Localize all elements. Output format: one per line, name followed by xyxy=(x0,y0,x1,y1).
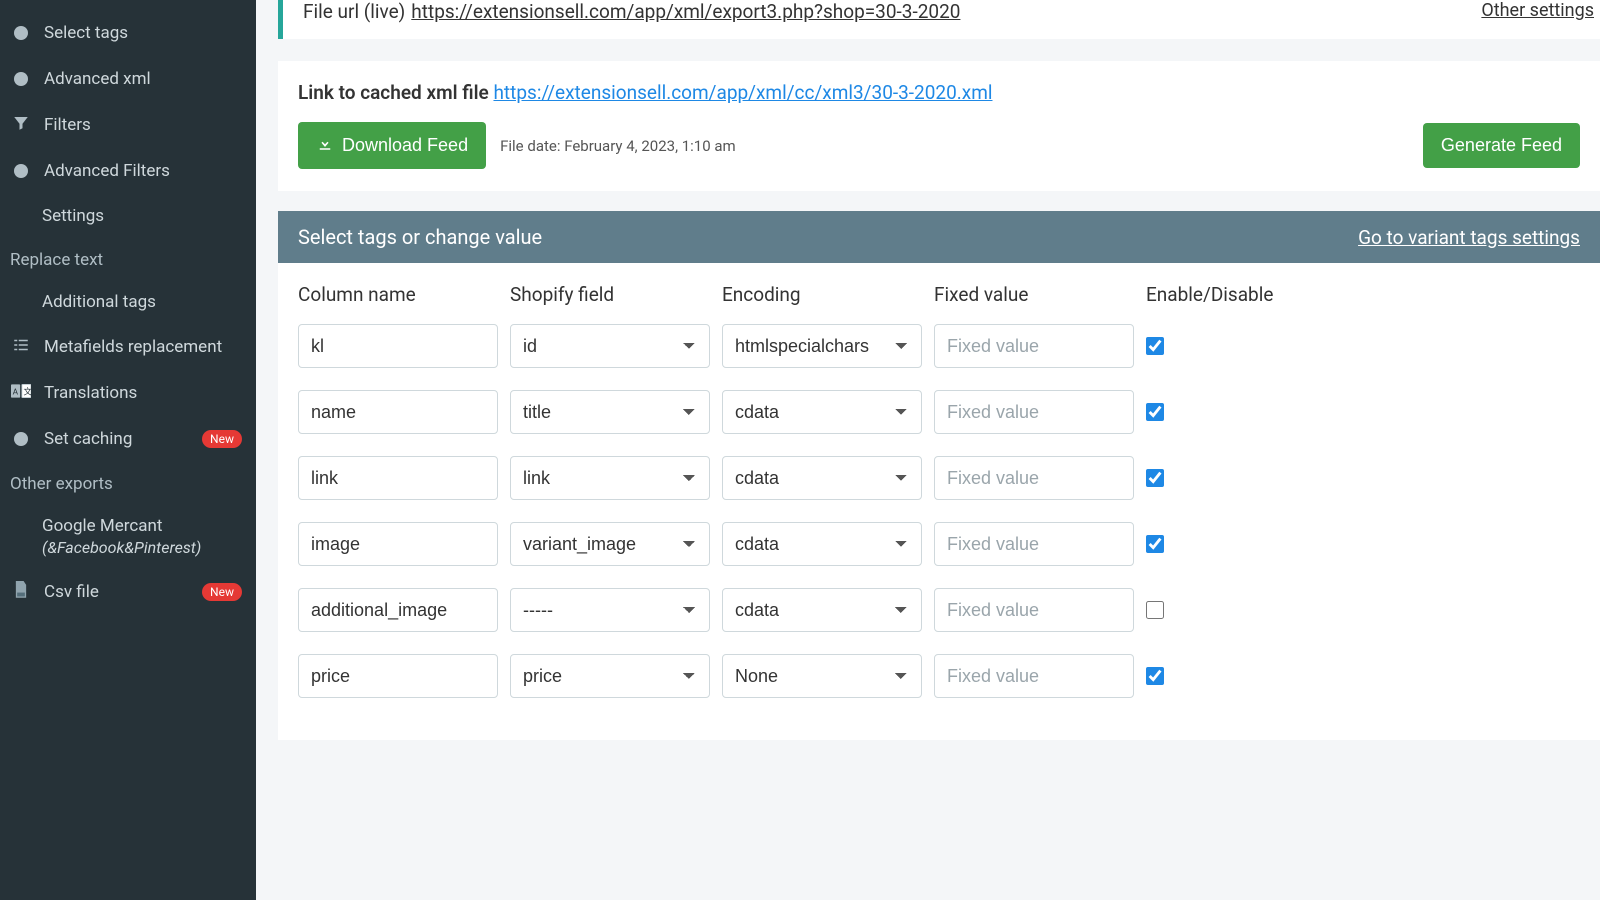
tags-panel-title: Select tags or change value xyxy=(298,225,542,249)
sidebar-item-label: Filters xyxy=(44,115,91,135)
sidebar-item-label: Settings xyxy=(42,206,104,226)
fixed-value-input[interactable] xyxy=(934,522,1134,566)
enable-checkbox[interactable] xyxy=(1146,469,1164,487)
shopify-field-select[interactable]: link xyxy=(510,456,710,500)
circle-icon xyxy=(10,22,32,44)
file-url-label: File url (live) xyxy=(303,0,405,23)
download-icon xyxy=(316,134,334,157)
new-badge: New xyxy=(202,583,242,601)
shopify-field-select[interactable]: id xyxy=(510,324,710,368)
sidebar-item[interactable]: Advanced xml xyxy=(0,56,256,102)
new-badge: New xyxy=(202,430,242,448)
enable-checkbox[interactable] xyxy=(1146,667,1164,685)
cached-file-link[interactable]: https://extensionsell.com/app/xml/cc/xml… xyxy=(493,81,992,104)
sidebar-item-label: Additional tags xyxy=(42,292,156,312)
fixed-value-input[interactable] xyxy=(934,324,1134,368)
list-icon xyxy=(10,336,32,358)
shopify-field-select[interactable]: title xyxy=(510,390,710,434)
sidebar-item-sublabel: (&Facebook&Pinterest) xyxy=(42,538,201,557)
th-shopify-field: Shopify field xyxy=(510,283,710,306)
variant-tags-settings-link[interactable]: Go to variant tags settings xyxy=(1358,226,1580,249)
th-fixed-value: Fixed value xyxy=(934,283,1134,306)
enable-checkbox[interactable] xyxy=(1146,337,1164,355)
table-row: price None xyxy=(298,654,1580,698)
sidebar-item[interactable]: A文 Translations xyxy=(0,370,256,416)
fixed-value-input[interactable] xyxy=(934,654,1134,698)
fixed-value-input[interactable] xyxy=(934,390,1134,434)
sidebar-item-label: Advanced xml xyxy=(44,69,151,89)
feed-panel: Link to cached xml file https://extensio… xyxy=(278,61,1600,191)
table-row: title cdata xyxy=(298,390,1580,434)
tags-panel-header: Select tags or change value Go to varian… xyxy=(278,211,1600,263)
shopify-field-select[interactable]: ----- xyxy=(510,588,710,632)
main-content: File url (live) https://extensionsell.co… xyxy=(256,0,1600,900)
sidebar-item-label: Csv file xyxy=(44,582,99,602)
file-url-link[interactable]: https://extensionsell.com/app/xml/export… xyxy=(411,0,960,23)
encoding-select[interactable]: None xyxy=(722,654,922,698)
encoding-select[interactable]: htmlspecialchars xyxy=(722,324,922,368)
th-enable-disable: Enable/Disable xyxy=(1146,283,1336,306)
svg-text:A: A xyxy=(13,387,19,397)
shopify-field-select[interactable]: price xyxy=(510,654,710,698)
encoding-select[interactable]: cdata xyxy=(722,588,922,632)
enable-checkbox[interactable] xyxy=(1146,601,1164,619)
sidebar-item-label: Set caching xyxy=(44,429,132,449)
fixed-value-input[interactable] xyxy=(934,588,1134,632)
sidebar-item-label: Translations xyxy=(44,383,137,403)
shopify-field-select[interactable]: variant_image xyxy=(510,522,710,566)
cached-file-label: Link to cached xml file xyxy=(298,81,489,104)
generate-feed-label: Generate Feed xyxy=(1441,135,1562,156)
sidebar-item-label: Google Mercant xyxy=(42,516,201,536)
table-header-row: Column name Shopify field Encoding Fixed… xyxy=(298,283,1580,306)
table-row: ----- cdata xyxy=(298,588,1580,632)
circle-icon xyxy=(10,160,32,182)
column-name-input[interactable] xyxy=(298,324,498,368)
table-row: variant_image cdata xyxy=(298,522,1580,566)
file-date-text: File date: February 4, 2023, 1:10 am xyxy=(500,137,736,155)
sidebar-item[interactable]: Google Mercant (&Facebook&Pinterest) xyxy=(0,504,256,569)
file-url-panel: File url (live) https://extensionsell.co… xyxy=(278,0,1600,39)
download-feed-button[interactable]: Download Feed xyxy=(298,122,486,169)
table-row: link cdata xyxy=(298,456,1580,500)
th-column-name: Column name xyxy=(298,283,498,306)
column-name-input[interactable] xyxy=(298,456,498,500)
column-name-input[interactable] xyxy=(298,654,498,698)
sidebar-item-label: Select tags xyxy=(44,23,128,43)
svg-text:文: 文 xyxy=(24,386,32,397)
encoding-select[interactable]: cdata xyxy=(722,390,922,434)
lang-icon: A文 xyxy=(10,382,32,404)
enable-checkbox[interactable] xyxy=(1146,403,1164,421)
tags-table: Column name Shopify field Encoding Fixed… xyxy=(278,263,1600,740)
encoding-select[interactable]: cdata xyxy=(722,522,922,566)
sidebar: Select tags Advanced xml Filters Advanced F… xyxy=(0,0,256,900)
sidebar-item-label: Metafields replacement xyxy=(44,337,222,357)
sidebar-item[interactable]: Metafields replacement xyxy=(0,324,256,370)
funnel-icon xyxy=(10,114,32,136)
enable-checkbox[interactable] xyxy=(1146,535,1164,553)
sidebar-header-replace: Replace text xyxy=(0,238,256,280)
sidebar-item-label: Advanced Filters xyxy=(44,161,170,181)
sidebar-item[interactable]: Csv file New xyxy=(0,569,256,615)
other-settings-link[interactable]: Other settings xyxy=(1481,0,1594,21)
sidebar-item[interactable]: Additional tags xyxy=(0,280,256,324)
circle-icon xyxy=(10,428,32,450)
column-name-input[interactable] xyxy=(298,522,498,566)
sidebar-header-other: Other exports xyxy=(0,462,256,504)
sidebar-item[interactable]: Advanced Filters xyxy=(0,148,256,194)
fixed-value-input[interactable] xyxy=(934,456,1134,500)
sidebar-item[interactable]: Set caching New xyxy=(0,416,256,462)
table-row: id htmlspecialchars xyxy=(298,324,1580,368)
circle-icon xyxy=(10,68,32,90)
column-name-input[interactable] xyxy=(298,390,498,434)
generate-feed-button[interactable]: Generate Feed xyxy=(1423,123,1580,168)
th-encoding: Encoding xyxy=(722,283,922,306)
encoding-select[interactable]: cdata xyxy=(722,456,922,500)
sidebar-item[interactable]: Select tags xyxy=(0,10,256,56)
csv-icon xyxy=(10,581,32,603)
sidebar-item[interactable]: Filters xyxy=(0,102,256,148)
sidebar-item[interactable]: Settings xyxy=(0,194,256,238)
download-feed-label: Download Feed xyxy=(342,135,468,156)
column-name-input[interactable] xyxy=(298,588,498,632)
